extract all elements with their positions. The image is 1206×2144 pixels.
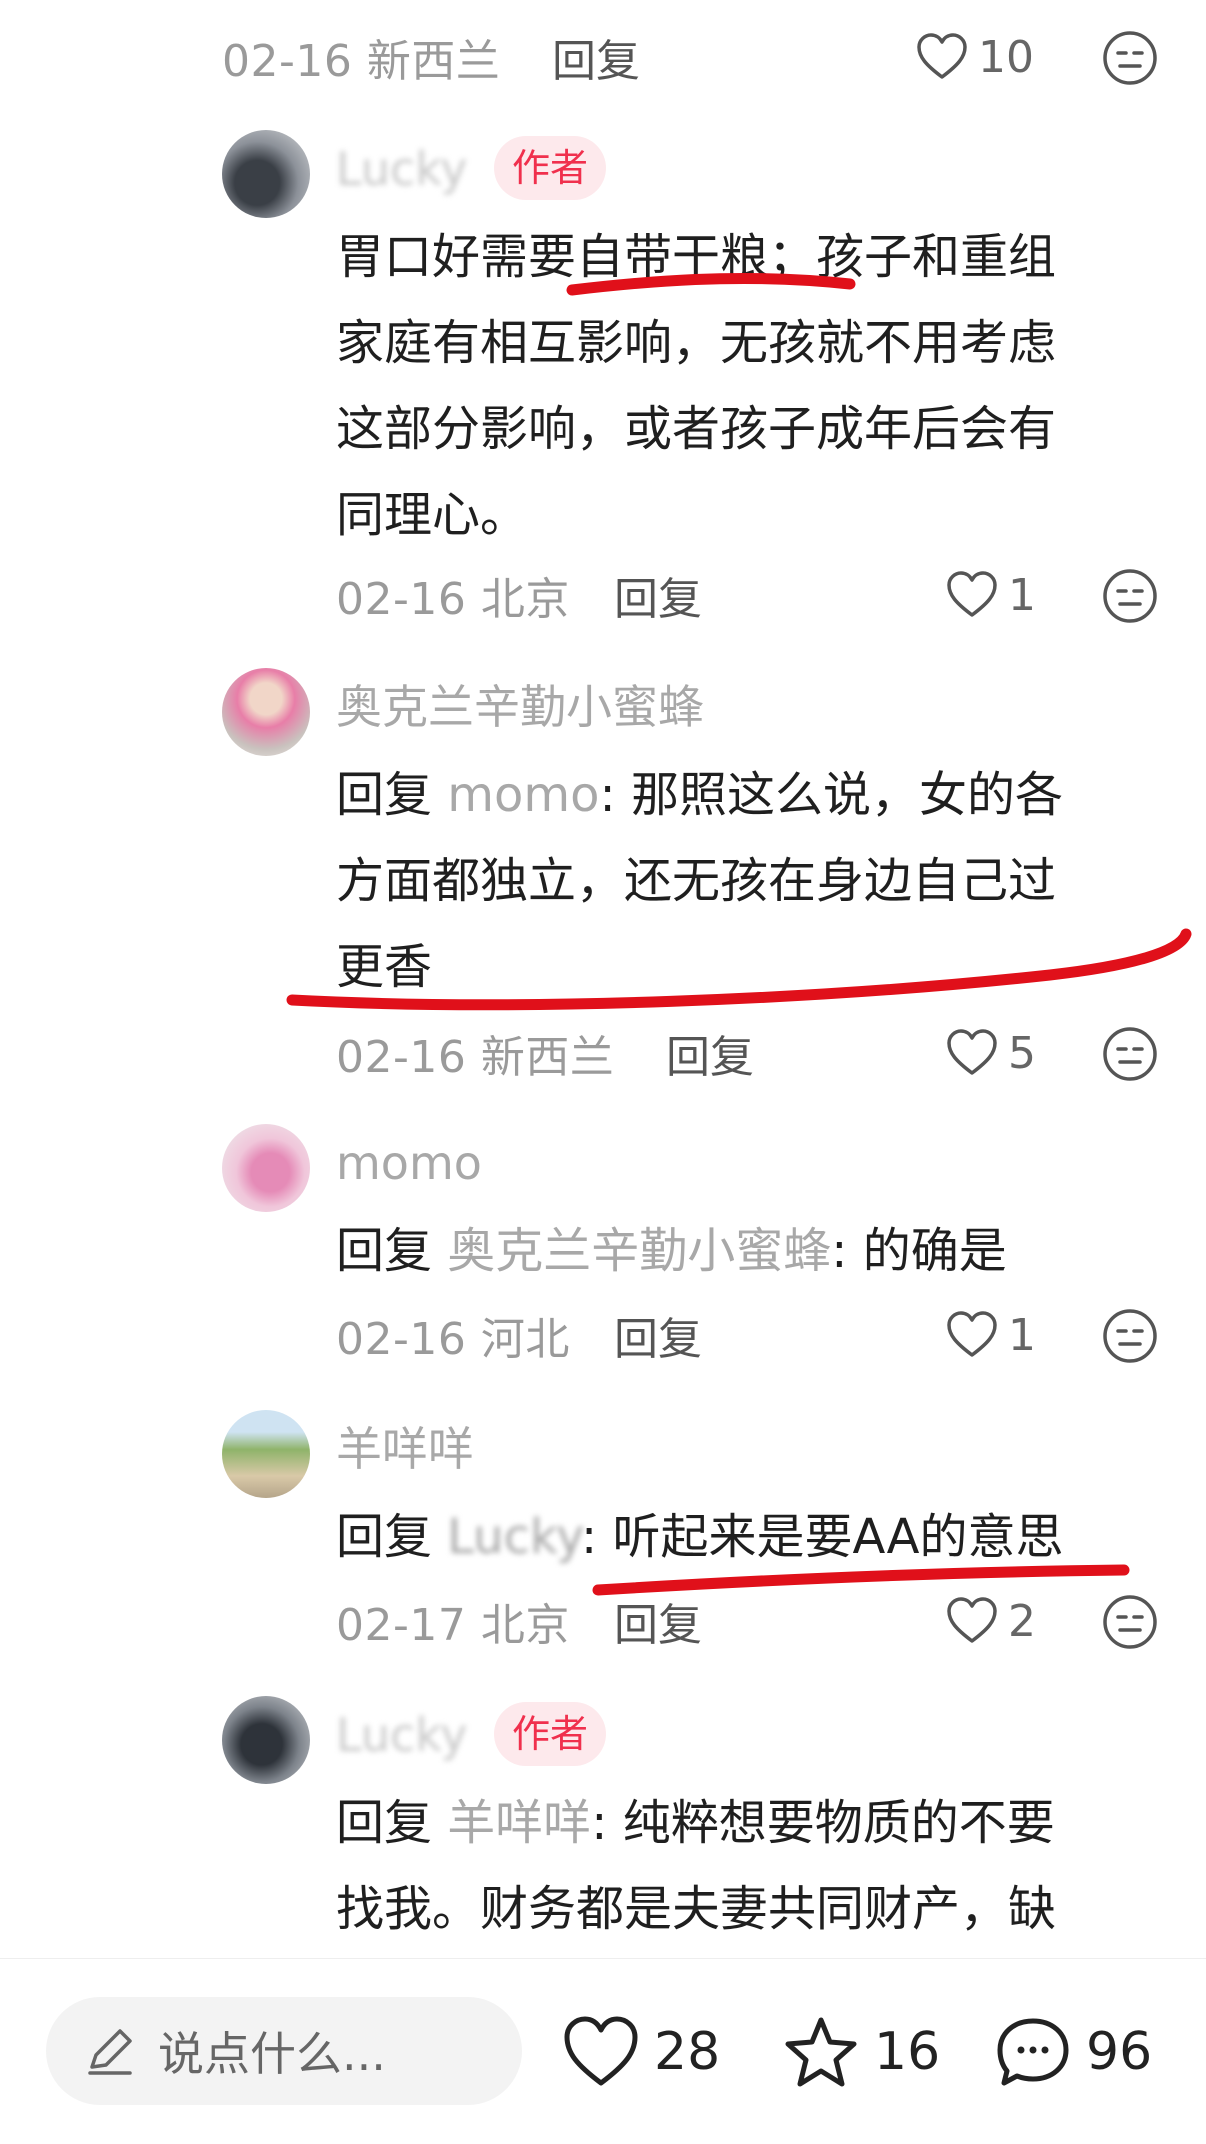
reply-prefix: 回复: [336, 1795, 433, 1851]
comment-input[interactable]: 说点什么...: [46, 1997, 522, 2105]
reply-prefix: 回复: [336, 767, 433, 823]
heart-icon: [947, 1311, 997, 1357]
like-count: 28: [654, 2022, 721, 2082]
comment-line: 方面都独立，还无孩在身边自己过: [336, 853, 1057, 909]
comment-line: 同理心。: [336, 487, 529, 543]
heart-icon: [947, 1029, 997, 1075]
reply-target-username[interactable]: momo: [447, 767, 599, 823]
avatar[interactable]: [222, 1696, 310, 1784]
neutral-face-icon[interactable]: [1102, 1026, 1158, 1082]
username[interactable]: 羊咩咩: [336, 1414, 474, 1484]
like-button[interactable]: 10: [916, 22, 1034, 92]
star-icon: [785, 2017, 857, 2087]
like-button[interactable]: 1: [946, 1300, 1036, 1370]
comment-date-location: 02-16 河北: [336, 1314, 570, 1365]
neutral-face-icon[interactable]: [1102, 1308, 1158, 1364]
comment-meta-row: 02-16 新西兰 回复 10: [0, 22, 1206, 92]
comment-meta-row: 02-16 河北 回复 1: [0, 1300, 1206, 1370]
like-count: 5: [1008, 1027, 1036, 1079]
reply-button[interactable]: 回复: [614, 1589, 702, 1653]
comment-text: 回复 momo: 那照这么说，女的各 方面都独立，还无孩在身边自己过 更香: [336, 752, 1156, 1010]
username[interactable]: Lucky: [336, 1700, 468, 1770]
comment-date-location: 02-16 新西兰: [222, 36, 501, 87]
comment-line: 家庭有相互影响，无孩就不用考虑: [336, 315, 1057, 371]
comment-date-location: 02-16 北京: [336, 574, 570, 625]
reply-button[interactable]: 回复: [552, 25, 640, 89]
neutral-face-icon[interactable]: [1102, 568, 1158, 624]
favorite-count: 16: [874, 2022, 941, 2082]
like-count: 1: [1008, 1309, 1036, 1361]
like-button[interactable]: 5: [946, 1018, 1036, 1088]
comment-line: 回复 奥克兰辛勤小蜜蜂: 的确是: [336, 1223, 1007, 1279]
heart-icon: [947, 1597, 997, 1643]
neutral-face-icon[interactable]: [1102, 30, 1158, 86]
comment-line: 回复 羊咩咩: 纯粹想要物质的不要: [336, 1795, 1055, 1851]
author-badge: 作者: [494, 136, 607, 200]
comment-meta-row: 02-17 北京 回复 2: [0, 1586, 1206, 1656]
reply-button[interactable]: 回复: [666, 1021, 754, 1085]
like-button[interactable]: 2: [946, 1586, 1036, 1656]
reply-target-username[interactable]: 奥克兰辛勤小蜜蜂: [447, 1223, 831, 1279]
reply-target-username[interactable]: 羊咩咩: [447, 1795, 591, 1851]
reply-prefix: 回复: [336, 1223, 433, 1279]
favorite-button[interactable]: 16: [782, 2007, 940, 2097]
reply-button[interactable]: 回复: [614, 563, 702, 627]
comment-line-text: 的确是: [862, 1223, 1007, 1279]
like-button[interactable]: 28: [562, 2007, 720, 2097]
comment-count: 96: [1086, 2022, 1153, 2082]
like-count: 1: [1008, 569, 1036, 621]
neutral-face-icon[interactable]: [1102, 1594, 1158, 1650]
comment-line: 回复 Lucky: 听起来是要AA的意思: [336, 1509, 1064, 1565]
comment-line: 这部分影响，或者孩子成年后会有: [336, 401, 1057, 457]
comment-line-text: 听起来是要AA的意思: [612, 1509, 1064, 1565]
bottom-action-bar: 说点什么... 28 16 96: [0, 1958, 1206, 2144]
pencil-icon: [88, 2029, 132, 2075]
avatar[interactable]: [222, 1410, 310, 1498]
comment-input-placeholder: 说点什么...: [158, 2027, 386, 2081]
like-count: 10: [978, 31, 1034, 83]
chat-bubble-icon: [997, 2018, 1069, 2086]
comment-text: 胃口好需要自带干粮；孩子和重组 家庭有相互影响，无孩就不用考虑 这部分影响，或者…: [336, 214, 1156, 558]
comment-line: 找我。财务都是夫妻共同财产，缺: [336, 1881, 1057, 1937]
reply-target-username[interactable]: Lucky: [447, 1509, 581, 1565]
comment-text: 回复 羊咩咩: 纯粹想要物质的不要 找我。财务都是夫妻共同财产，缺: [336, 1780, 1156, 1952]
comment-meta-row: 02-16 北京 回复 1: [0, 560, 1206, 630]
avatar[interactable]: [222, 130, 310, 218]
like-count: 2: [1008, 1595, 1036, 1647]
avatar[interactable]: [222, 1124, 310, 1212]
comment-text: 回复 奥克兰辛勤小蜜蜂: 的确是: [336, 1208, 1156, 1294]
username[interactable]: Lucky: [336, 134, 468, 204]
comment-text: 回复 Lucky: 听起来是要AA的意思: [336, 1494, 1156, 1580]
reply-button[interactable]: 回复: [614, 1303, 702, 1367]
comment-meta-row: 02-16 新西兰 回复 5: [0, 1018, 1206, 1088]
comments-button[interactable]: 96: [994, 2007, 1152, 2097]
comment-line-text: 纯粹想要物质的不要: [622, 1795, 1055, 1851]
author-badge: 作者: [494, 1702, 607, 1766]
reply-prefix: 回复: [336, 1509, 433, 1565]
comment-thread-page: 02-16 新西兰 回复 10 Lucky 作者 胃口好需要自带干粮；孩子和重组…: [0, 0, 1206, 2144]
comment-line-text: 那照这么说，女的各: [630, 767, 1063, 823]
username[interactable]: momo: [336, 1128, 482, 1198]
avatar[interactable]: [222, 668, 310, 756]
like-button[interactable]: 1: [946, 560, 1036, 630]
comment-line: 胃口好需要自带干粮；孩子和重组: [336, 229, 1057, 285]
heart-icon: [947, 571, 997, 617]
comment-date-location: 02-16 新西兰: [336, 1032, 615, 1083]
username[interactable]: 奥克兰辛勤小蜜蜂: [336, 672, 704, 742]
heart-icon: [917, 33, 967, 79]
heart-icon: [564, 2016, 638, 2086]
comment-date-location: 02-17 北京: [336, 1600, 570, 1651]
comment-line: 回复 momo: 那照这么说，女的各: [336, 767, 1063, 823]
comment-line: 更香: [336, 939, 433, 995]
